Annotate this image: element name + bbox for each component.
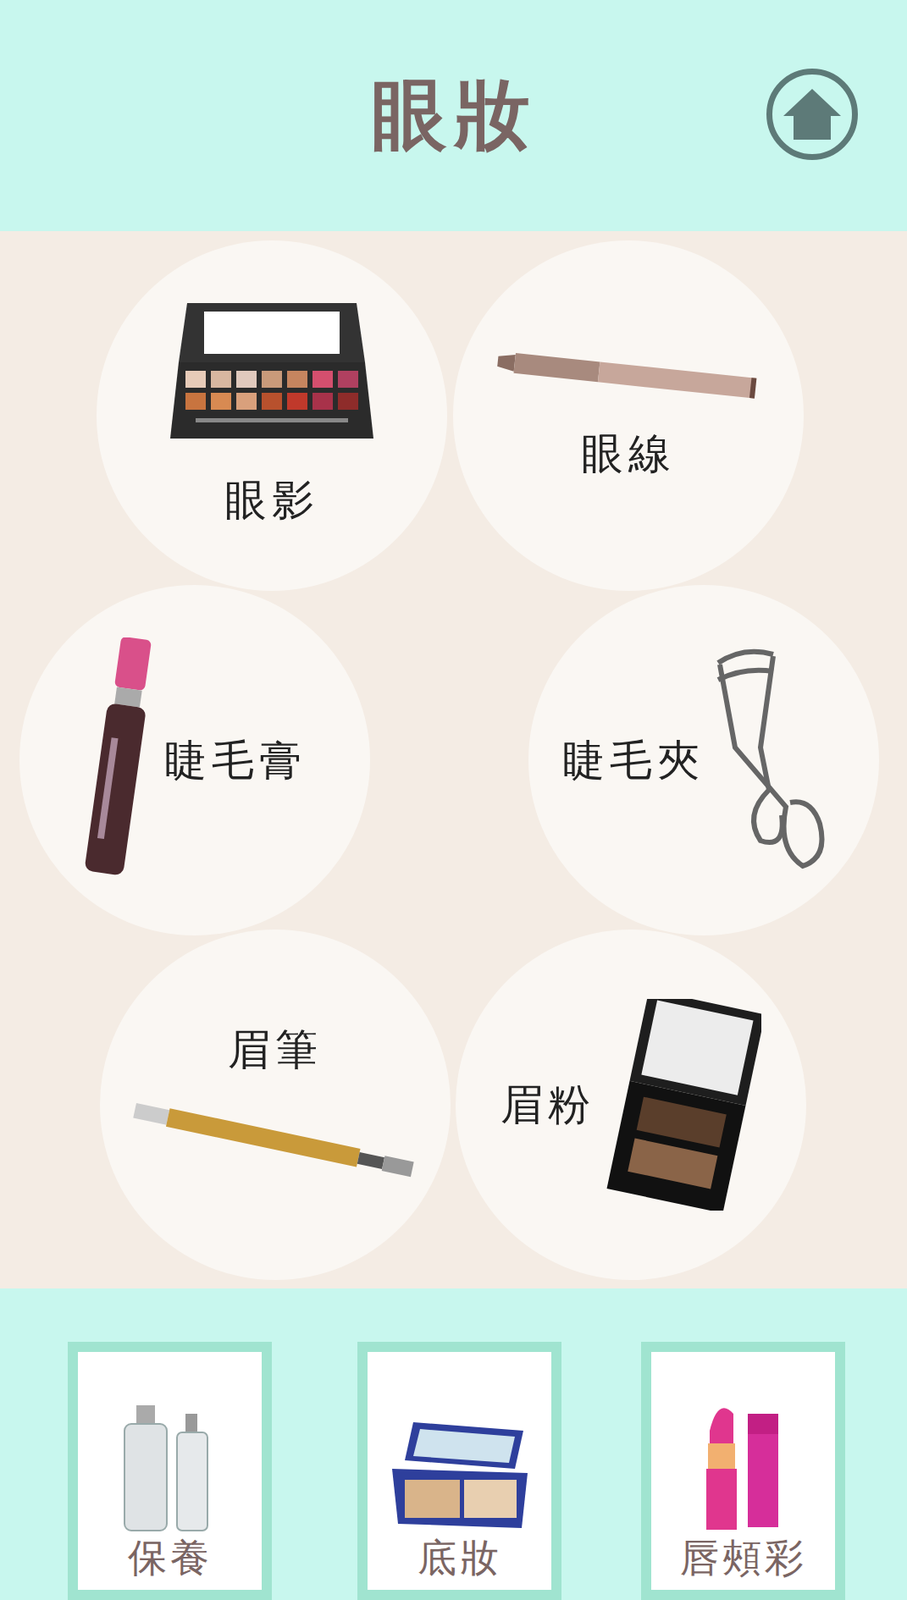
category-button[interactable]: 保養	[67, 1342, 272, 1600]
product-item[interactable]: 睫毛夾	[528, 585, 880, 936]
product-image	[709, 646, 846, 875]
category-label: 保養	[127, 1532, 213, 1586]
category-button[interactable]: 底妝	[357, 1342, 562, 1600]
product-label: 眼影	[224, 472, 320, 530]
category-button[interactable]: 唇頰彩	[641, 1342, 846, 1600]
compact-icon	[387, 1422, 532, 1533]
category-label: 唇頰彩	[680, 1532, 808, 1586]
product-label: 睫毛夾	[562, 732, 705, 790]
home-button[interactable]	[766, 68, 858, 161]
product-image	[600, 999, 762, 1212]
product-grid: 眼影 眼線睫毛膏 睫毛夾眉筆眉粉	[0, 231, 907, 1289]
product-row: 眉筆眉粉	[0, 929, 907, 1281]
product-image	[497, 349, 760, 401]
eyebrow-powder-icon	[600, 999, 762, 1212]
category-label: 底妝	[417, 1532, 503, 1586]
category-image	[387, 1422, 532, 1533]
category-image	[701, 1397, 786, 1533]
category-bar: 保養 底妝 唇頰彩	[0, 1288, 907, 1600]
mascara-icon	[82, 637, 160, 884]
product-item[interactable]: 睫毛膏	[19, 585, 371, 936]
product-row: 眼影 眼線	[0, 240, 907, 592]
product-item[interactable]: 眼影	[96, 240, 448, 592]
eyeliner-icon	[497, 349, 760, 401]
product-item[interactable]: 眉粉	[455, 929, 807, 1281]
product-label: 睫毛膏	[164, 732, 307, 790]
product-label: 眉筆	[227, 1022, 323, 1079]
page-title: 眼妝	[370, 64, 537, 168]
product-image	[82, 637, 160, 884]
lipstick-icon	[701, 1397, 786, 1533]
home-icon	[781, 87, 843, 142]
header: 眼妝	[0, 0, 907, 232]
bottles-icon	[119, 1405, 222, 1533]
category-image	[119, 1405, 222, 1533]
product-label: 眉粉	[500, 1077, 596, 1134]
product-label: 眼線	[580, 425, 676, 483]
product-item[interactable]: 眼線	[453, 240, 804, 592]
product-row: 睫毛膏 睫毛夾	[0, 585, 907, 936]
eyelash-curler-icon	[709, 646, 846, 875]
product-item[interactable]: 眉筆	[99, 929, 451, 1281]
eyebrow-pencil-icon	[131, 1095, 420, 1190]
palette-icon	[170, 303, 374, 448]
product-image	[170, 303, 374, 448]
product-image	[131, 1095, 420, 1190]
